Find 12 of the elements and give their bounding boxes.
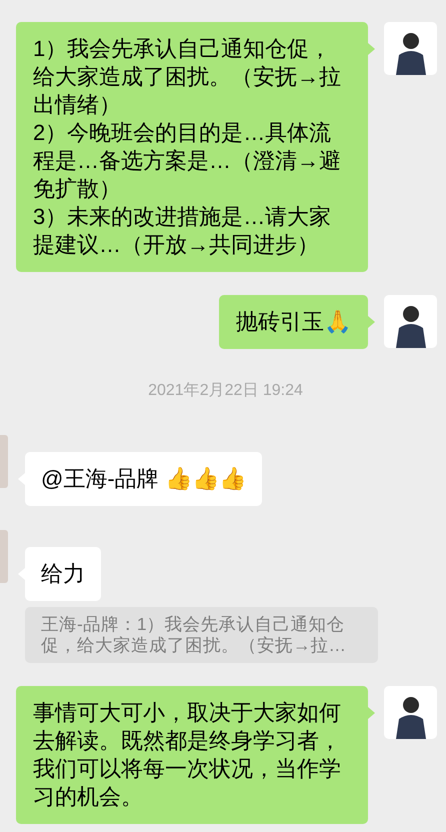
avatar[interactable] bbox=[384, 686, 437, 739]
avatar[interactable] bbox=[384, 22, 437, 75]
message-bubble[interactable]: 给力 bbox=[25, 547, 101, 601]
message-bubble[interactable]: 1）我会先承认自己通知仓促，给大家造成了困扰。（安抚→拉出情绪） 2）今晚班会的目的是…具体流程是…备选方案是…（澄清→避免扩散） 3）未来的改进措施是…请大家提建议…（开放→共同进步） bbox=[16, 22, 368, 272]
bubble-tail bbox=[368, 43, 375, 55]
message-bubble[interactable]: 抛砖引玉🙏 bbox=[219, 295, 368, 349]
message-bubble[interactable]: @王海-品牌 👍👍👍 bbox=[25, 452, 262, 506]
message-bubble[interactable]: 事情可大可小，取决于大家如何去解读。既然都是终身学习者，我们可以将每一次状况，当作学习的机会。 bbox=[16, 686, 368, 824]
bubble-tail bbox=[368, 316, 375, 328]
avatar[interactable] bbox=[384, 295, 437, 348]
bubble-tail bbox=[368, 707, 375, 719]
timestamp: 2021年2月22日 19:24 bbox=[148, 381, 303, 401]
